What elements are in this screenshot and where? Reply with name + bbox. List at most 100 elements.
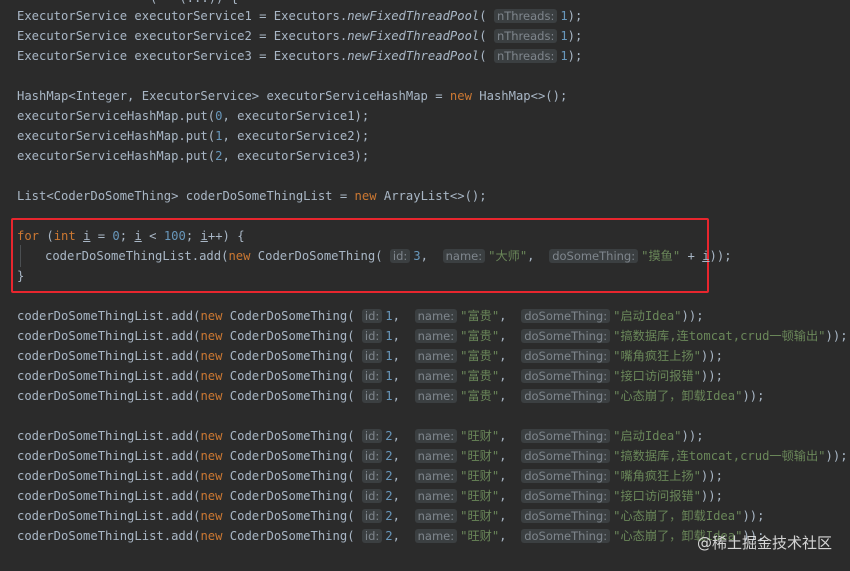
keyword: new — [200, 529, 223, 543]
code-token: , — [392, 389, 415, 403]
param-hint: id: — [361, 469, 383, 483]
variable: i — [200, 229, 208, 243]
method-name: newFixedThreadPool — [347, 49, 480, 63]
code-line-add: coderDoSomeThingList.add(new CoderDoSome… — [17, 386, 764, 406]
code-token: coderDoSomeThingList.add( — [17, 449, 201, 463]
code-line-add: coderDoSomeThingList.add(new CoderDoSome… — [17, 446, 848, 466]
code-token: CoderDoSomeThing( — [222, 449, 362, 463]
code-token: executorServiceHashMap.put( — [17, 129, 216, 143]
method-name: newFixedThreadPool — [347, 29, 480, 43]
code-token: coderDoSomeThingList.add( — [17, 309, 201, 323]
param-hint: id: — [361, 429, 383, 443]
number-literal: 100 — [163, 229, 186, 243]
code-token: HashMap<>(); — [471, 89, 568, 103]
code-line-list: List<CoderDoSomeThing> coderDoSomeThingL… — [17, 186, 487, 206]
code-token: , — [392, 509, 415, 523]
param-hint: nThreads: — [493, 49, 558, 63]
code-token: coderDoSomeThingList.add( — [17, 489, 201, 503]
code-token: )); — [825, 449, 848, 463]
code-token: , — [392, 529, 415, 543]
string-literal: "富贵" — [460, 369, 500, 383]
string-literal: "启动Idea" — [613, 429, 682, 443]
string-literal: "接口访问报错" — [613, 369, 701, 383]
code-line-add: coderDoSomeThingList.add(new CoderDoSome… — [17, 466, 723, 486]
code-token: , executorService3); — [222, 149, 370, 163]
code-token: CoderDoSomeThing( — [222, 349, 362, 363]
code-token: , — [499, 489, 522, 503]
number-literal: 2 — [385, 469, 393, 483]
code-token: CoderDoSomeThing( — [222, 369, 362, 383]
code-token: CoderDoSomeThing( — [222, 329, 362, 343]
param-hint: name: — [414, 469, 458, 483]
keyword: new — [200, 469, 223, 483]
code-token: ); — [567, 49, 583, 63]
code-token: coderDoSomeThingList.add( — [17, 349, 201, 363]
keyword: new — [200, 309, 223, 323]
code-token: coderDoSomeThingList.add( — [17, 369, 201, 383]
code-token: )); — [700, 369, 723, 383]
param-hint: doSomeThing: — [521, 469, 611, 483]
keyword: for — [17, 229, 40, 243]
code-token: , — [499, 309, 522, 323]
keyword: new — [449, 89, 472, 103]
number-literal: 2 — [385, 429, 393, 443]
code-token: , — [392, 309, 415, 323]
code-token: ; — [185, 229, 201, 243]
code-token: coderDoSomeThingList.add( — [17, 329, 201, 343]
code-line-executor: ExecutorService executorService1 = Execu… — [17, 6, 582, 26]
code-token: )); — [825, 329, 848, 343]
string-literal: "旺财" — [460, 529, 500, 543]
code-token: coderDoSomeThingList.add( — [17, 389, 201, 403]
code-token: )); — [709, 249, 732, 263]
code-token: , — [392, 429, 415, 443]
code-token: CoderDoSomeThing( — [222, 489, 362, 503]
code-editor[interactable]: ( (...)) { ExecutorService executorServi… — [0, 0, 850, 571]
code-token: ); — [567, 9, 583, 23]
param-hint: id: — [361, 509, 383, 523]
param-hint: name: — [414, 489, 458, 503]
code-token: ExecutorService executorService3 = Execu… — [17, 49, 348, 63]
string-literal: "旺财" — [460, 449, 500, 463]
number-literal: 1 — [385, 309, 393, 323]
code-token: coderDoSomeThingList.add( — [17, 429, 201, 443]
number-literal: 2 — [385, 509, 393, 523]
param-hint: doSomeThing: — [521, 449, 611, 463]
param-hint: doSomeThing: — [521, 429, 611, 443]
code-token: ( — [479, 49, 494, 63]
code-line-add: coderDoSomeThingList.add(new CoderDoSome… — [17, 326, 848, 346]
code-token: ArrayList<>(); — [376, 189, 487, 203]
code-token: + — [680, 249, 703, 263]
code-token: CoderDoSomeThing( — [250, 249, 390, 263]
code-token: )); — [681, 309, 704, 323]
code-token: , — [392, 489, 415, 503]
code-line-add: coderDoSomeThingList.add(new CoderDoSome… — [17, 506, 764, 526]
param-hint: doSomeThing: — [521, 309, 611, 323]
code-token: ; — [119, 229, 135, 243]
code-token: , — [499, 429, 522, 443]
param-hint: doSomeThing: — [521, 369, 611, 383]
string-literal: "启动Idea" — [613, 309, 682, 323]
keyword: new — [354, 189, 377, 203]
param-hint: name: — [414, 309, 458, 323]
param-hint: id: — [389, 249, 411, 263]
code-token: , — [392, 329, 415, 343]
code-token: } — [17, 269, 25, 283]
code-token: , — [527, 249, 550, 263]
code-line-put: executorServiceHashMap.put(2, executorSe… — [17, 146, 369, 166]
param-hint: name: — [414, 529, 458, 543]
param-hint: nThreads: — [493, 29, 558, 43]
code-token: ( — [39, 229, 54, 243]
number-literal: 1 — [560, 9, 568, 23]
code-token: coderDoSomeThingList.add( — [17, 509, 201, 523]
param-hint: id: — [361, 389, 383, 403]
code-token: , executorService1); — [222, 109, 370, 123]
code-token: ExecutorService executorService2 = Execu… — [17, 29, 348, 43]
string-literal: "旺财" — [460, 429, 500, 443]
code-line-put: executorServiceHashMap.put(0, executorSe… — [17, 106, 369, 126]
code-line-executor: ExecutorService executorService2 = Execu… — [17, 26, 582, 46]
code-token: executorServiceHashMap.put( — [17, 109, 216, 123]
code-token: List<CoderDoSomeThing> coderDoSomeThingL… — [17, 189, 355, 203]
string-literal: "旺财" — [460, 489, 500, 503]
variable: i — [134, 229, 142, 243]
variable: i — [702, 249, 710, 263]
